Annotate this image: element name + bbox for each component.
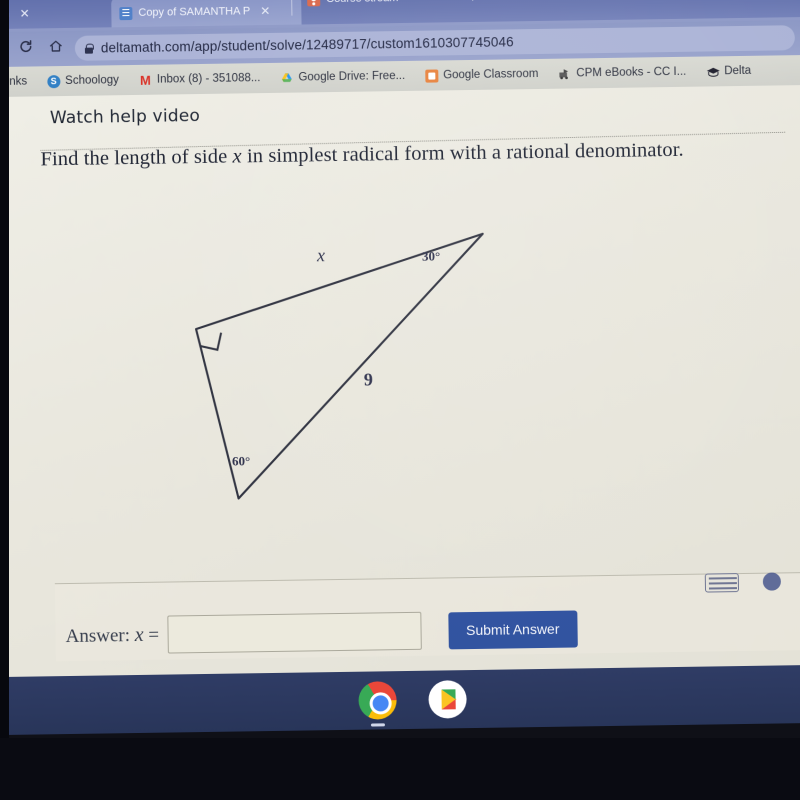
triangle-label-angle-30: 30° <box>421 248 441 264</box>
keyboard-icon[interactable] <box>704 573 740 593</box>
bookmark-schoology[interactable]: S Schoology <box>37 74 129 88</box>
google-play-icon[interactable] <box>428 680 467 719</box>
tab-separator <box>291 0 293 16</box>
deltamath-page: Watch help video Find the length of side… <box>0 84 800 677</box>
bookmark-delta-label: Delta <box>724 64 752 78</box>
triangle-label-angle-60: 60° <box>231 453 251 469</box>
bookmark-google-drive[interactable]: Google Drive: Free... <box>270 69 415 84</box>
bookmark-google-classroom-label: Google Classroom <box>443 67 539 82</box>
answer-label-variable: x <box>134 623 144 646</box>
right-angle-square <box>200 332 223 351</box>
answer-label-equals: = <box>148 624 160 646</box>
photo-of-chromebook-screen: eltaMath ✕ Copy of SAMANTHA P ✕ Course s… <box>0 0 800 800</box>
triangle-svg <box>195 232 484 500</box>
google-classroom-icon <box>307 0 321 6</box>
browser-tab-copy-of-samantha[interactable]: Copy of SAMANTHA P ✕ <box>111 0 302 31</box>
google-classroom-icon <box>425 68 439 83</box>
answer-row: Answer: x = Submit Answer <box>65 609 578 655</box>
tab-title: Copy of SAMANTHA P <box>138 5 251 19</box>
chrome-icon[interactable] <box>358 681 397 727</box>
tab-title: Course stream <box>326 0 398 5</box>
cpm-icon <box>558 67 571 80</box>
bookmark-inbox[interactable]: M Inbox (8) - 351088... <box>129 71 271 88</box>
browser-window: eltaMath ✕ Copy of SAMANTHA P ✕ Course s… <box>0 0 800 753</box>
tab-close-icon[interactable]: ✕ <box>446 0 456 2</box>
bookmark-inbox-label: Inbox (8) - 351088... <box>156 72 261 86</box>
browser-tab-deltamath[interactable]: eltaMath ✕ <box>0 0 91 33</box>
browser-tab-course-stream[interactable]: Course stream <box>299 0 450 18</box>
tab-close-icon[interactable]: ✕ <box>19 7 29 21</box>
google-docs-icon <box>119 6 133 20</box>
bookmark-google-classroom[interactable]: Google Classroom <box>415 67 548 83</box>
tab-close-icon[interactable]: ✕ <box>260 4 270 18</box>
gmail-icon: M <box>139 72 151 88</box>
triangle-label-side-9: 9 <box>363 369 373 390</box>
answer-input[interactable] <box>166 611 422 654</box>
answer-label-text: Answer: <box>65 624 131 647</box>
bookmark-schoology-label: Schoology <box>65 74 119 88</box>
bookmark-cpm-ebooks-label: CPM eBooks - CC I... <box>576 65 687 80</box>
google-drive-icon <box>280 71 293 84</box>
browser-tab-close-3[interactable]: ✕ <box>434 0 465 14</box>
bookmark-cpm-ebooks[interactable]: CPM eBooks - CC I... <box>548 65 696 80</box>
problem-prompt: Find the length of side x in simplest ra… <box>40 137 800 171</box>
prompt-text-before: Find the length of side <box>40 145 233 171</box>
triangle-figure: x 30° 9 60° <box>150 219 554 525</box>
submit-answer-button[interactable]: Submit Answer <box>447 609 578 649</box>
browser-tab-late-work[interactable]: late work & <box>480 0 651 9</box>
home-icon[interactable] <box>48 38 64 54</box>
watch-help-video-link[interactable]: Watch help video <box>50 106 200 128</box>
address-bar-url: deltamath.com/app/student/solve/12489717… <box>100 34 514 56</box>
bookmark-delta[interactable]: Delta <box>696 64 761 78</box>
bookmark-google-drive-label: Google Drive: Free... <box>298 69 406 84</box>
lock-icon <box>85 43 93 53</box>
schoology-icon: S <box>47 74 61 88</box>
address-bar[interactable]: deltamath.com/app/student/solve/12489717… <box>74 25 795 61</box>
reload-icon[interactable] <box>18 38 34 54</box>
photo-bezel-left <box>0 0 9 800</box>
tab-separator <box>471 0 474 1</box>
photo-bezel-bottom <box>0 738 800 800</box>
triangle-label-x: x <box>316 245 326 266</box>
graduation-cap-icon <box>706 65 720 78</box>
answer-panel: Answer: x = Submit Answer <box>54 572 800 662</box>
answer-label: Answer: x = <box>65 623 159 647</box>
navigation-controls <box>0 38 64 55</box>
